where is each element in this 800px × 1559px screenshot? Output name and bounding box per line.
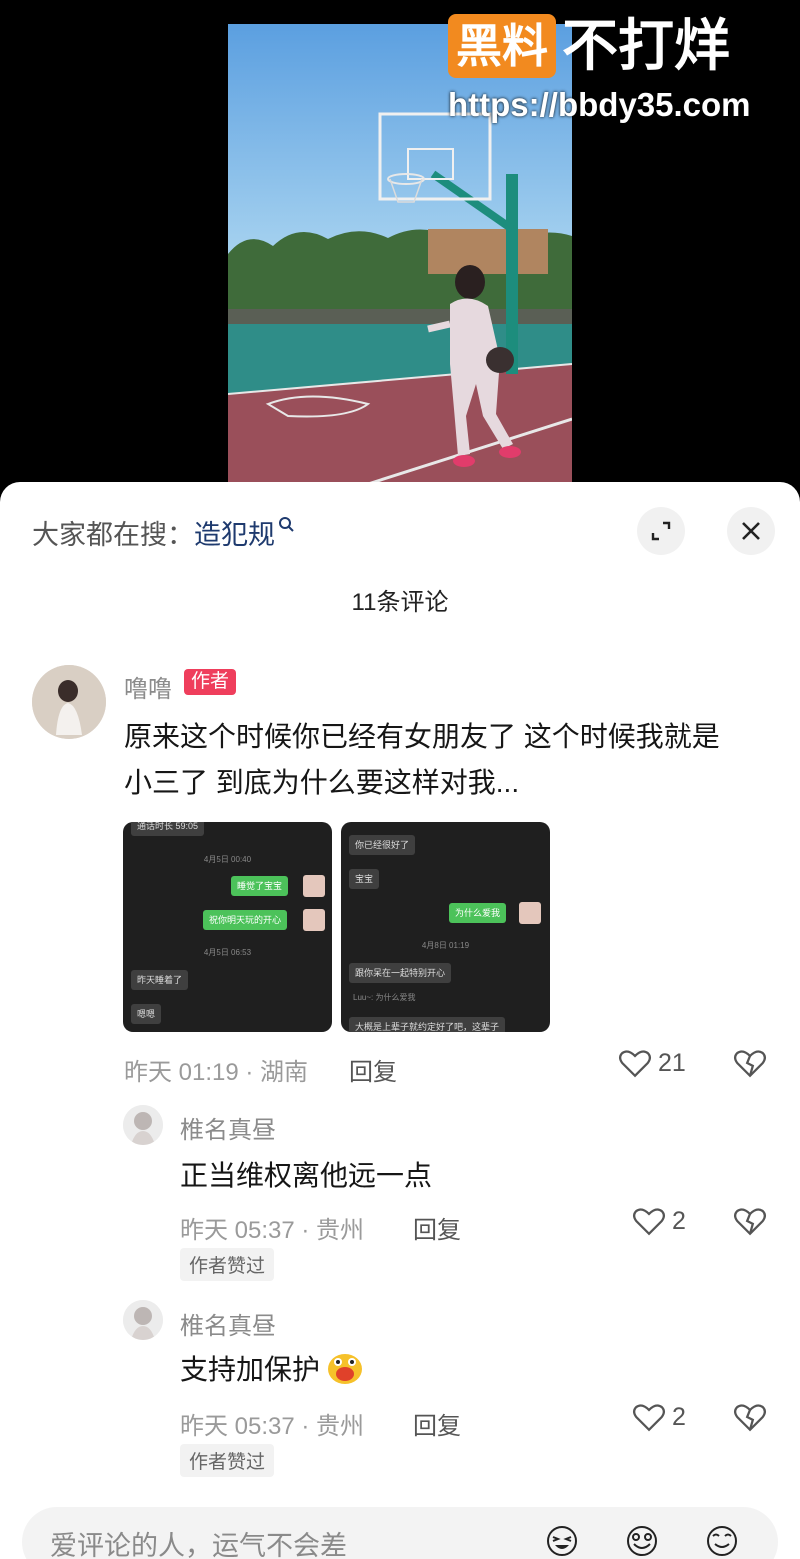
emoji-button[interactable] <box>700 1517 744 1559</box>
comment-text-content: 支持加保护 <box>180 1354 321 1385</box>
chat-screenshot-image[interactable]: 你已经很好了 宝宝 为什么爱我 4月8日 01:19 跟你呆在一起特别开心 Lu… <box>341 822 550 1032</box>
comment-time-location: 昨天 05:37 · 贵州 <box>180 1413 365 1440</box>
broken-heart-icon <box>733 1050 767 1078</box>
comment-username[interactable]: 噜噜 <box>124 669 172 704</box>
laughing-emoji-icon <box>547 1526 577 1556</box>
reply-button[interactable]: 回复 <box>349 1052 397 1087</box>
emoji-button[interactable] <box>540 1517 584 1559</box>
heart-icon <box>632 1404 666 1432</box>
author-tag: 作者 <box>184 669 237 695</box>
comment-username[interactable]: 椎名真昼 <box>180 1110 276 1145</box>
comment-input[interactable]: 爱评论的人，运气不会差 <box>22 1507 778 1559</box>
trending-search-term[interactable]: 造犯规 <box>194 513 275 552</box>
author-liked-badge: 作者赞过 <box>180 1248 275 1281</box>
chat-avatar <box>519 902 541 924</box>
comment-text: 支持加保护 <box>180 1348 366 1388</box>
close-icon <box>742 522 760 540</box>
trending-search-label: 大家都在搜： <box>32 519 194 550</box>
chat-screenshot-image[interactable]: 通话时长 59:05 4月5日 00:40 睡觉了宝宝 祝你明天玩的开心 4月5… <box>123 822 332 1032</box>
close-button[interactable] <box>727 507 775 555</box>
grinning-emoji-icon <box>627 1526 657 1556</box>
like-button[interactable]: 2 <box>632 1205 686 1237</box>
reply-button[interactable]: 回复 <box>413 1210 461 1245</box>
chat-message: 大概是上辈子就约定好了吧，这辈子 <box>349 1017 506 1032</box>
comment-count: 11条评论 <box>351 589 449 616</box>
like-button[interactable]: 21 <box>618 1047 686 1079</box>
like-count: 2 <box>672 1402 686 1431</box>
avatar[interactable] <box>123 1300 163 1340</box>
chat-quote: Luu~: 为什么爱我 <box>353 993 416 1002</box>
smiling-emoji-icon <box>707 1526 737 1556</box>
like-count: 21 <box>658 1048 686 1077</box>
heart-icon <box>632 1208 666 1236</box>
expand-icon <box>651 521 671 541</box>
watermark-slogan: 不打烊 <box>562 14 730 77</box>
dislike-button[interactable] <box>733 1047 767 1084</box>
chat-avatar <box>303 909 325 931</box>
author-liked-badge: 作者赞过 <box>180 1444 275 1477</box>
chat-timestamp: 4月8日 01:19 <box>421 941 470 950</box>
like-count: 2 <box>672 1206 686 1235</box>
emoji-button[interactable] <box>620 1517 664 1559</box>
avatar-image <box>123 1300 163 1340</box>
comment-sheet: 大家都在搜： 造犯规 11条评论 噜噜 作者 原来这个时候你已经有女朋友了 这个… <box>0 482 800 1559</box>
chat-message: 祝你明天玩的开心 <box>203 910 288 930</box>
heart-icon <box>618 1050 652 1078</box>
comment-text: 正当维权离他远一点 <box>180 1160 433 1191</box>
watermark-brand: 黑料 <box>448 14 556 78</box>
video-player[interactable]: 黑料 不打烊 https://bbdy35.com <box>0 0 800 500</box>
chat-avatar <box>303 875 325 897</box>
chat-message: 你已经很好了 <box>349 835 416 855</box>
chat-message: 昨天睡着了 <box>131 970 189 990</box>
expand-button[interactable] <box>637 507 685 555</box>
broken-heart-icon <box>733 1404 767 1432</box>
broken-heart-icon <box>733 1208 767 1236</box>
chat-message: 睡觉了宝宝 <box>231 876 289 896</box>
avatar[interactable] <box>32 665 106 739</box>
reply-button[interactable]: 回复 <box>413 1406 461 1441</box>
dislike-button[interactable] <box>733 1401 767 1438</box>
trending-search[interactable]: 大家都在搜： 造犯规 <box>32 512 297 552</box>
avatar[interactable] <box>123 1105 163 1145</box>
like-button[interactable]: 2 <box>632 1401 686 1433</box>
chat-timestamp: 4月5日 00:40 <box>203 855 252 864</box>
chat-message: 为什么爱我 <box>449 903 507 923</box>
chat-message: 嗯嗯 <box>131 1004 162 1024</box>
search-icon <box>279 517 294 532</box>
comment-input-placeholder: 爱评论的人，运气不会差 <box>50 1531 347 1559</box>
comment-text-line: 原来这个时候你已经有女朋友了 这个时候我就是 <box>124 721 720 752</box>
watermark-url: https://bbdy35.com <box>448 86 751 123</box>
avatar-image <box>123 1105 163 1145</box>
chat-message: 宝宝 <box>349 869 380 889</box>
avatar-image <box>32 665 106 739</box>
chat-message: 跟你呆在一起特别开心 <box>349 963 452 983</box>
comment-text: 原来这个时候你已经有女朋友了 这个时候我就是 小三了 到底为什么要这样对我... <box>124 714 720 806</box>
comment-username[interactable]: 椎名真昼 <box>180 1306 276 1341</box>
watermark: 黑料 不打烊 https://bbdy35.com <box>448 14 788 124</box>
comment-time-location: 昨天 01:19 · 湖南 <box>124 1059 309 1086</box>
dislike-button[interactable] <box>733 1205 767 1242</box>
chat-timestamp: 4月5日 06:53 <box>203 948 252 957</box>
chat-call-duration: 通话时长 59:05 <box>131 822 205 836</box>
comment-text-line: 小三了 到底为什么要这样对我... <box>124 767 520 798</box>
comment-time-location: 昨天 05:37 · 贵州 <box>180 1217 365 1244</box>
emoji-icon <box>328 1354 363 1384</box>
